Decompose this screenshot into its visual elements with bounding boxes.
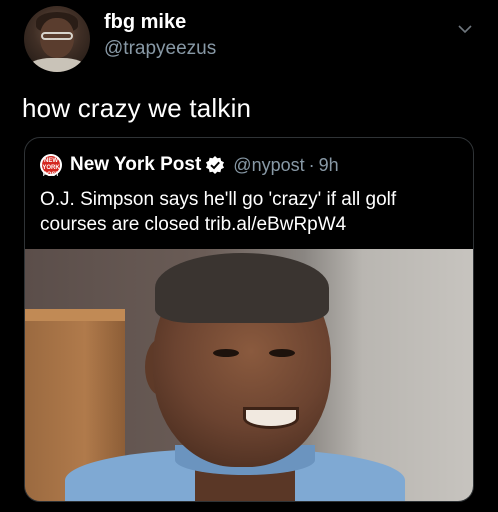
display-name[interactable]: fbg mike [104, 11, 186, 34]
photo-door-trim [25, 309, 125, 321]
avatar-glasses [41, 32, 73, 40]
meta-separator: · [308, 154, 315, 175]
quoted-handle[interactable]: @nypost [233, 155, 304, 176]
tweet[interactable]: fbg mike @trapyeezus how crazy we talkin… [0, 0, 498, 512]
quoted-tweet-text: O.J. Simpson says he'll go 'crazy' if al… [40, 189, 397, 235]
avatar[interactable] [24, 6, 90, 72]
avatar-shoulders [28, 58, 86, 72]
photo-eye-right [269, 349, 295, 357]
verified-badge-icon [206, 156, 225, 174]
quoted-tweet-header: NEW YORK POST New York Post @nypost · 9h [40, 152, 339, 178]
user-handle[interactable]: @trapyeezus [104, 38, 216, 60]
photo-eye-left [213, 349, 239, 357]
quoted-tweet[interactable]: NEW YORK POST New York Post @nypost · 9h… [24, 137, 474, 502]
photo-smile [243, 407, 299, 429]
tweet-text: how crazy we talkin [22, 93, 252, 123]
nypost-logo: NEW YORK POST [40, 154, 62, 178]
quoted-source-name[interactable]: New York Post [70, 154, 201, 176]
quoted-tweet-photo[interactable] [25, 249, 473, 501]
nypost-logo-text: NEW YORK POST [42, 156, 60, 178]
chevron-down-icon[interactable] [456, 20, 474, 38]
photo-hair [155, 253, 329, 323]
quoted-timestamp[interactable]: 9h [319, 155, 339, 176]
